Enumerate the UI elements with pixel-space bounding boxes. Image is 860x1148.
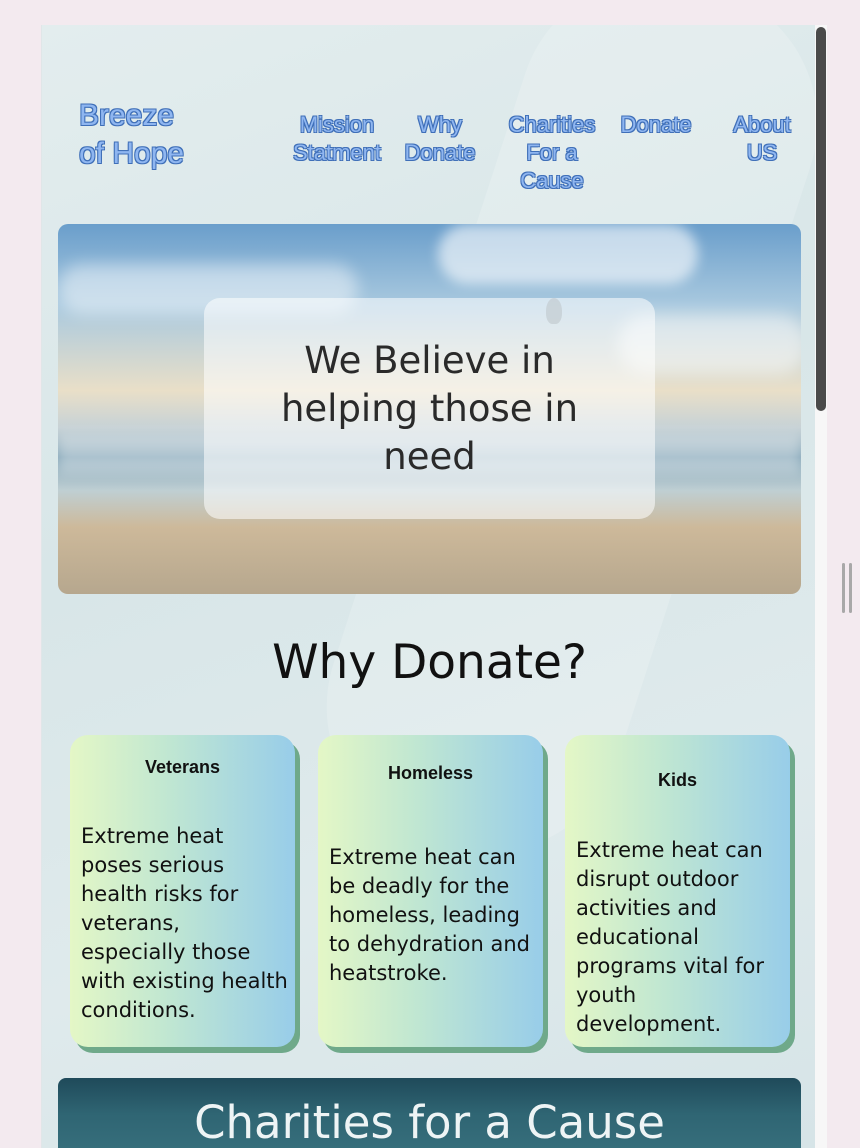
why-donate-title: Why Donate? <box>272 635 587 690</box>
card-title: Veterans <box>144 757 221 777</box>
charities-section: Charities for a Cause <box>58 1078 801 1148</box>
card-body: Extreme heat poses serious health risks … <box>81 824 288 1022</box>
nav-item-mission-statement[interactable]: Mission Statment <box>285 111 389 167</box>
card-veterans: Veterans Extreme heat poses serious heal… <box>70 735 295 1047</box>
hero-text-box: We Believe in helping those in need <box>204 298 655 519</box>
hero-banner: We Believe in helping those in need <box>58 224 801 594</box>
card-homeless: Homeless Extreme heat can be deadly for … <box>318 735 543 1047</box>
card-body: Extreme heat can disrupt outdoor activit… <box>576 838 765 1036</box>
nav-item-charities[interactable]: Charities For a Cause <box>502 111 602 195</box>
charities-title: Charities for a Cause <box>194 1096 665 1148</box>
card-kids: Kids Extreme heat can disrupt outdoor ac… <box>565 735 790 1047</box>
card-body: Extreme heat can be deadly for the homel… <box>329 845 530 985</box>
hero-headline: We Believe in helping those in need <box>280 338 579 478</box>
site-logo[interactable]: Breeze of Hope <box>79 97 199 173</box>
page-background: Breeze of Hope Mission Statment Why Dona… <box>41 25 817 1148</box>
nav-item-about-us[interactable]: About US <box>722 111 802 167</box>
card-title: Homeless <box>387 763 474 783</box>
nav-item-donate[interactable]: Donate <box>614 111 698 139</box>
nav-item-why-donate[interactable]: Why Donate <box>398 111 482 167</box>
scrollbar-thumb[interactable] <box>816 27 826 411</box>
resize-grip-icon[interactable] <box>842 563 852 613</box>
hero-cloud <box>438 224 698 284</box>
card-title: Kids <box>657 770 697 790</box>
